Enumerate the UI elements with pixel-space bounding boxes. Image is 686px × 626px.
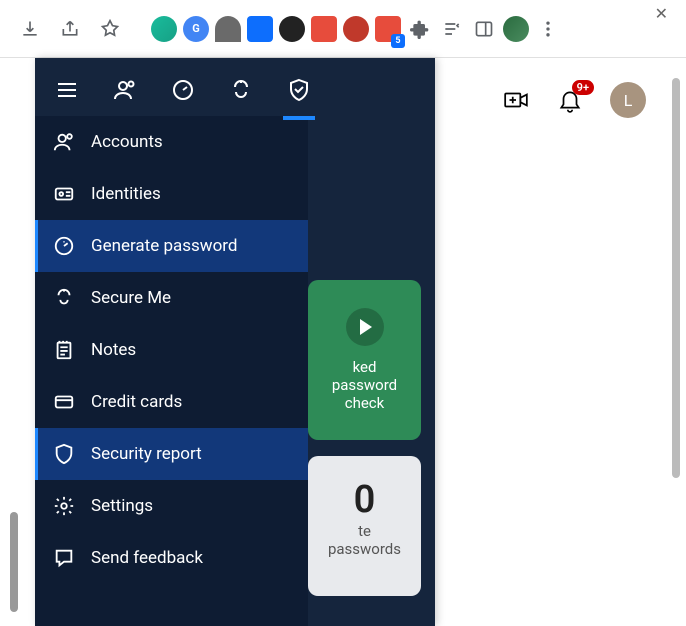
panel-tab-bar — [35, 58, 435, 116]
menu-label: Secure Me — [91, 288, 171, 308]
menu-item-send-feedback[interactable]: Send feedback — [35, 532, 308, 584]
menu-item-notes[interactable]: Notes — [35, 324, 308, 376]
menu-item-security-report[interactable]: Security report — [35, 428, 308, 480]
share-icon[interactable] — [56, 15, 84, 43]
notifications-bell-icon[interactable]: 9+ — [556, 86, 584, 114]
vpn-icon[interactable] — [215, 16, 241, 42]
menu-label: Accounts — [91, 132, 163, 152]
menu-label: Notes — [91, 340, 136, 360]
accounts-tab-icon[interactable] — [111, 76, 139, 104]
extension-icon-5[interactable] — [279, 16, 305, 42]
browser-toolbar: G — [0, 0, 686, 58]
generate-tab-icon[interactable] — [169, 76, 197, 104]
menu-item-identities[interactable]: Identities — [35, 168, 308, 220]
password-check-card[interactable]: ked password check — [308, 280, 421, 440]
menu-label: Credit cards — [91, 392, 182, 412]
side-panel-icon[interactable] — [471, 16, 497, 42]
menu-item-credit-cards[interactable]: Credit cards — [35, 376, 308, 428]
card-text-line1: ked password — [324, 358, 405, 394]
extensions-puzzle-icon[interactable] — [407, 16, 433, 42]
panel-menu: Accounts Identities Generate password Se… — [35, 116, 308, 626]
menu-item-settings[interactable]: Settings — [35, 480, 308, 532]
extension-icon-1[interactable] — [151, 16, 177, 42]
download-icon[interactable] — [16, 15, 44, 43]
extension-icon-6[interactable] — [311, 16, 337, 42]
extension-icon-7[interactable] — [343, 16, 369, 42]
menu-label: Settings — [91, 496, 153, 516]
password-manager-panel: ked password check 0 te passwords Accoun… — [35, 58, 435, 626]
secure-tab-icon[interactable] — [227, 76, 255, 104]
user-avatar[interactable]: L — [610, 82, 646, 118]
hamburger-menu-icon[interactable] — [53, 76, 81, 104]
page-header-actions: 9+ L — [502, 82, 646, 118]
bookmark-star-icon[interactable] — [96, 15, 124, 43]
profile-avatar-icon[interactable] — [503, 16, 529, 42]
create-video-icon[interactable] — [502, 86, 530, 114]
count-value: 0 — [324, 478, 405, 522]
menu-item-secure-me[interactable]: Secure Me — [35, 272, 308, 324]
password-count-card[interactable]: 0 te passwords — [308, 456, 421, 596]
count-label: te passwords — [324, 522, 405, 558]
menu-item-generate-password[interactable]: Generate password — [35, 220, 308, 272]
kebab-menu-icon[interactable] — [535, 16, 561, 42]
extension-icon-8[interactable] — [375, 16, 401, 42]
play-icon[interactable] — [346, 308, 384, 346]
card-text-line2: check — [324, 394, 405, 412]
window-close-icon[interactable]: ✕ — [655, 4, 668, 23]
google-translate-icon[interactable]: G — [183, 16, 209, 42]
content-cards-area: ked password check 0 te passwords — [308, 280, 435, 612]
menu-label: Generate password — [91, 236, 237, 256]
reading-list-icon[interactable] — [439, 16, 465, 42]
menu-label: Security report — [91, 444, 202, 464]
scrollbar-right[interactable] — [672, 78, 680, 478]
scrollbar-left[interactable] — [10, 512, 18, 612]
shield-tab-icon[interactable] — [285, 76, 313, 104]
menu-item-accounts[interactable]: Accounts — [35, 116, 308, 168]
menu-label: Send feedback — [91, 548, 203, 568]
extension-icon-4[interactable] — [247, 16, 273, 42]
menu-label: Identities — [91, 184, 161, 204]
notification-count-badge: 9+ — [572, 80, 594, 95]
